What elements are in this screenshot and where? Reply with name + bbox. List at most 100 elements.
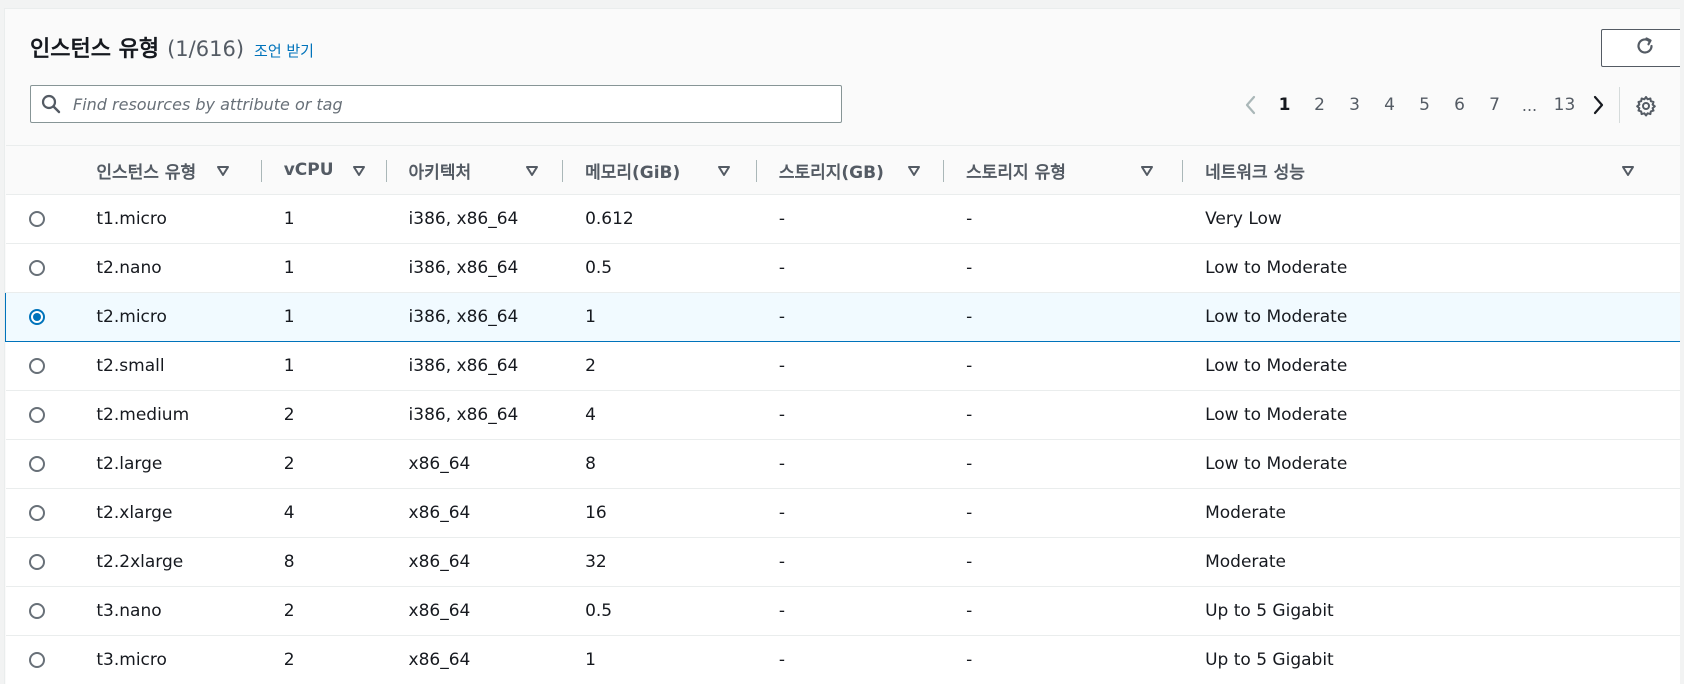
row-select-cell [5,488,75,538]
row-select-cell [5,537,75,587]
table-row[interactable]: t2.large 2 x86_64 8- - Low to Moderate [5,439,1680,489]
row-radio[interactable] [28,603,45,619]
preferences-button[interactable] [1631,91,1661,121]
page-3[interactable]: 3 [1337,95,1372,115]
header-storage[interactable]: 스토리지(GB) [756,145,945,195]
cell-vcpu: 1 [261,194,387,244]
cell-storage-type: - [944,292,1184,342]
cell-network: Low to Moderate [1183,292,1680,342]
search-input[interactable] [71,88,841,120]
cell-network: Low to Moderate [1183,243,1680,293]
chevron-left-icon [1245,95,1256,115]
cell-storage: - [756,635,945,684]
header-label: 아키텍처 [408,162,472,183]
header-memory[interactable]: 메모리(GiB) [563,145,757,195]
header-label: 인스턴스 유형 [96,162,197,183]
cell-vcpu: 8 [261,537,387,587]
row-radio[interactable] [28,407,45,423]
row-radio[interactable] [28,260,45,276]
header-network[interactable]: 네트워크 성능 [1183,145,1680,195]
next-page-button[interactable] [1582,94,1614,116]
settings-divider [1619,87,1620,123]
page-7[interactable]: 7 [1477,95,1512,115]
row-radio[interactable] [28,456,45,472]
cell-storage-type: - [944,341,1184,391]
row-radio[interactable] [28,554,45,570]
table-row[interactable]: t3.micro 2 x86_64 1- - Up to 5 Gigabit [5,635,1680,684]
pagination-ellipsis: ... [1521,95,1538,115]
cell-arch: i386, x86_64 [386,390,564,440]
table-row[interactable]: t2.micro 1 i386, x86_64 1- - Low to Moderate [5,292,1680,342]
header-storage-type[interactable]: 스토리지 유형 [944,145,1184,195]
header-instance-type[interactable]: 인스턴스 유형 [74,145,262,195]
cell-vcpu: 1 [261,341,387,391]
table-row[interactable]: t1.micro 1 i386, x86_64 0.612- - Very Low [5,194,1680,244]
cell-memory: 0.612 [563,194,757,244]
row-select-cell [5,586,75,636]
header-vcpu[interactable]: vCPU [261,145,387,195]
table-row[interactable]: t2.medium 2 i386, x86_64 4- - Low to Moderate [5,390,1680,440]
row-select-cell [5,635,75,684]
cell-network: Low to Moderate [1183,341,1680,391]
cell-network: Very Low [1183,194,1680,244]
table-row[interactable]: t2.xlarge 4 x86_64 16- - Moderate [5,488,1680,538]
cell-arch: i386, x86_64 [386,341,564,391]
table-row[interactable]: t2.small 1 i386, x86_64 2- - Low to Moderate [5,341,1680,391]
cell-arch: x86_64 [386,488,564,538]
cell-arch: x86_64 [386,586,564,636]
page-13[interactable]: 13 [1547,95,1582,115]
refresh-icon [1634,35,1656,61]
search-box [30,85,842,123]
cell-memory: 8 [563,439,757,489]
header-label: 메모리(GiB) [585,162,681,183]
cell-memory: 32 [563,537,757,587]
page-5[interactable]: 5 [1407,95,1442,115]
cell-storage-type: - [944,390,1184,440]
cell-storage: - [756,194,945,244]
page-1[interactable]: 1 [1267,95,1302,115]
table-row[interactable]: t2.2xlarge 8 x86_64 32- - Moderate [5,537,1680,587]
cell-storage: - [756,488,945,538]
row-radio[interactable] [28,358,45,374]
cell-network: Low to Moderate [1183,439,1680,489]
table-row[interactable]: t3.nano 2 x86_64 0.5- - Up to 5 Gigabit [5,586,1680,636]
chevron-right-icon [1593,95,1604,115]
prev-page-button[interactable] [1235,94,1267,116]
cell-vcpu: 4 [261,488,387,538]
row-radio[interactable] [28,211,45,227]
cell-arch: x86_64 [386,635,564,684]
row-radio[interactable] [29,309,45,325]
cell-memory: 4 [563,390,757,440]
cell-storage-type: - [944,537,1184,587]
info-link[interactable]: 조언 받기 [254,40,314,61]
cell-arch: i386, x86_64 [386,292,564,342]
table-row[interactable]: t2.nano 1 i386, x86_64 0.5- - Low to Moderate [5,243,1680,293]
header-architecture[interactable]: 아키텍처 [386,145,564,195]
cell-vcpu: 2 [261,439,387,489]
sort-down-icon [352,162,366,182]
title-row: 인스턴스 유형 (1/616) 조언 받기 [30,31,314,63]
cell-type: t2.2xlarge [74,537,262,587]
page-4[interactable]: 4 [1372,95,1407,115]
cell-memory: 2 [563,341,757,391]
header-label: 네트워크 성능 [1205,162,1305,183]
row-radio[interactable] [28,505,45,521]
page-6[interactable]: 6 [1442,95,1477,115]
cell-memory: 1 [563,292,757,342]
sort-down-icon [907,162,921,182]
cell-storage: - [756,439,945,489]
cell-type: t2.small [74,341,262,391]
cell-vcpu: 2 [261,586,387,636]
cell-memory: 1 [563,635,757,684]
sort-down-icon [216,162,230,182]
search-icon [31,94,71,114]
refresh-button[interactable] [1601,29,1680,67]
row-radio[interactable] [28,652,45,668]
table-body: t1.micro 1 i386, x86_64 0.612- - Very Low t2.n… [5,194,1680,684]
cell-storage: - [756,390,945,440]
cell-storage: - [756,243,945,293]
cell-type: t2.medium [74,390,262,440]
cell-type: t2.large [74,439,262,489]
page-2[interactable]: 2 [1302,95,1337,115]
cell-vcpu: 2 [261,390,387,440]
